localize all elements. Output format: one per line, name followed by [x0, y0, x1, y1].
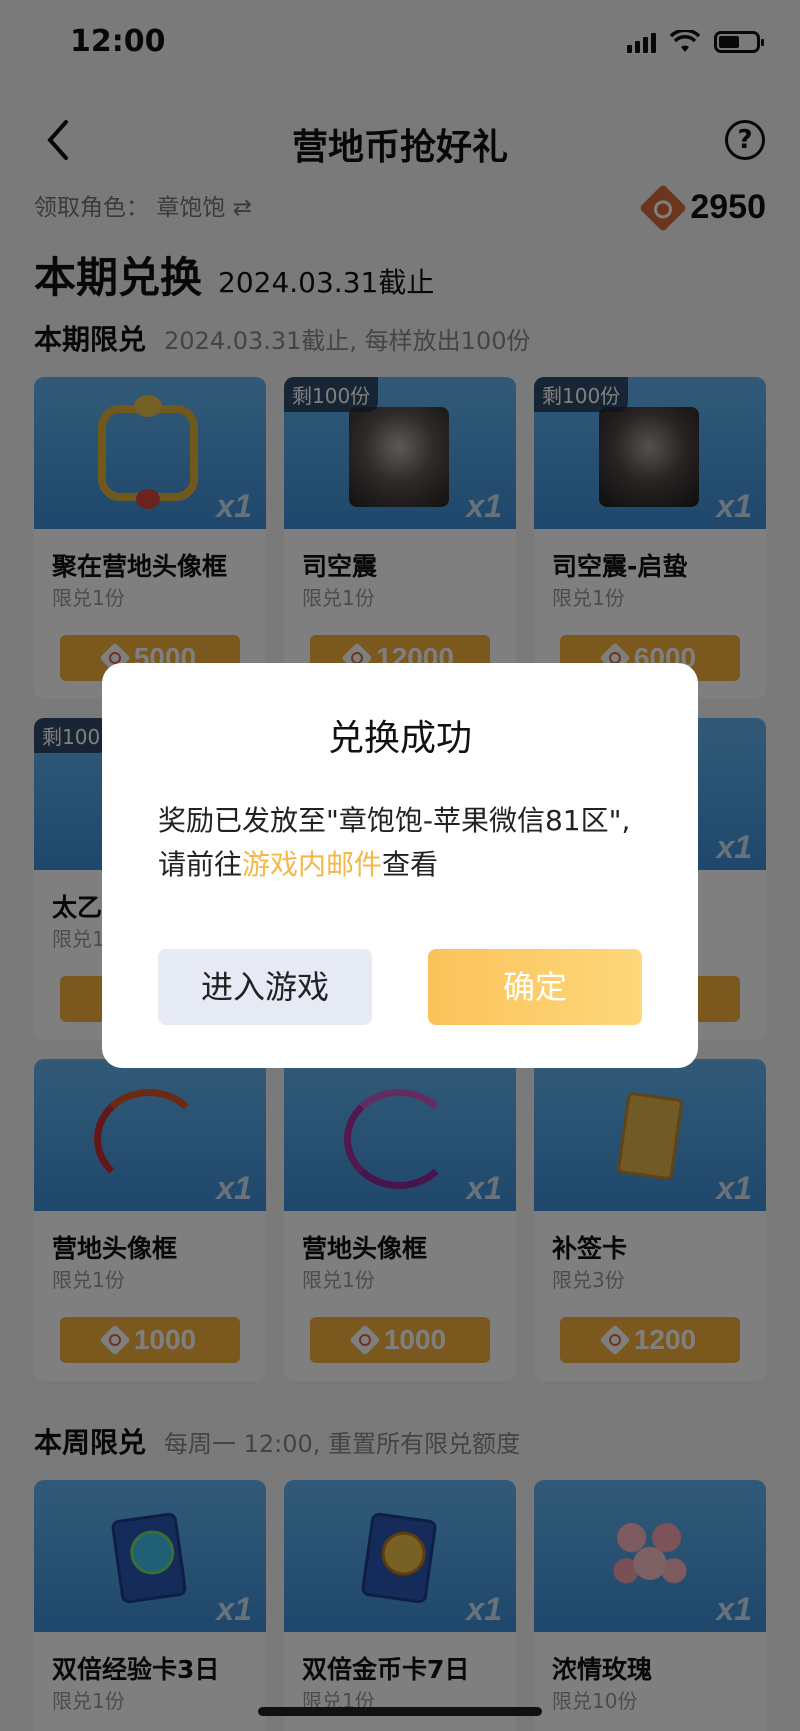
success-dialog: 兑换成功 奖励已发放至"章饱饱-苹果微信81区",请前往游戏内邮件查看 进入游戏…	[102, 663, 698, 1068]
dialog-message: 奖励已发放至"章饱饱-苹果微信81区",请前往游戏内邮件查看	[158, 799, 642, 887]
dialog-title: 兑换成功	[327, 718, 472, 759]
enter-game-button[interactable]: 进入游戏	[158, 949, 372, 1025]
message-text: 查看	[382, 848, 439, 881]
mail-link[interactable]: 游戏内邮件	[242, 848, 382, 881]
home-indicator	[258, 1707, 542, 1716]
confirm-button[interactable]: 确定	[428, 949, 642, 1025]
page: 12:00 营地币抢好礼 ? 领取角色： 章饱饱 ⇄ 2950 本期兑换 202…	[0, 0, 800, 1731]
